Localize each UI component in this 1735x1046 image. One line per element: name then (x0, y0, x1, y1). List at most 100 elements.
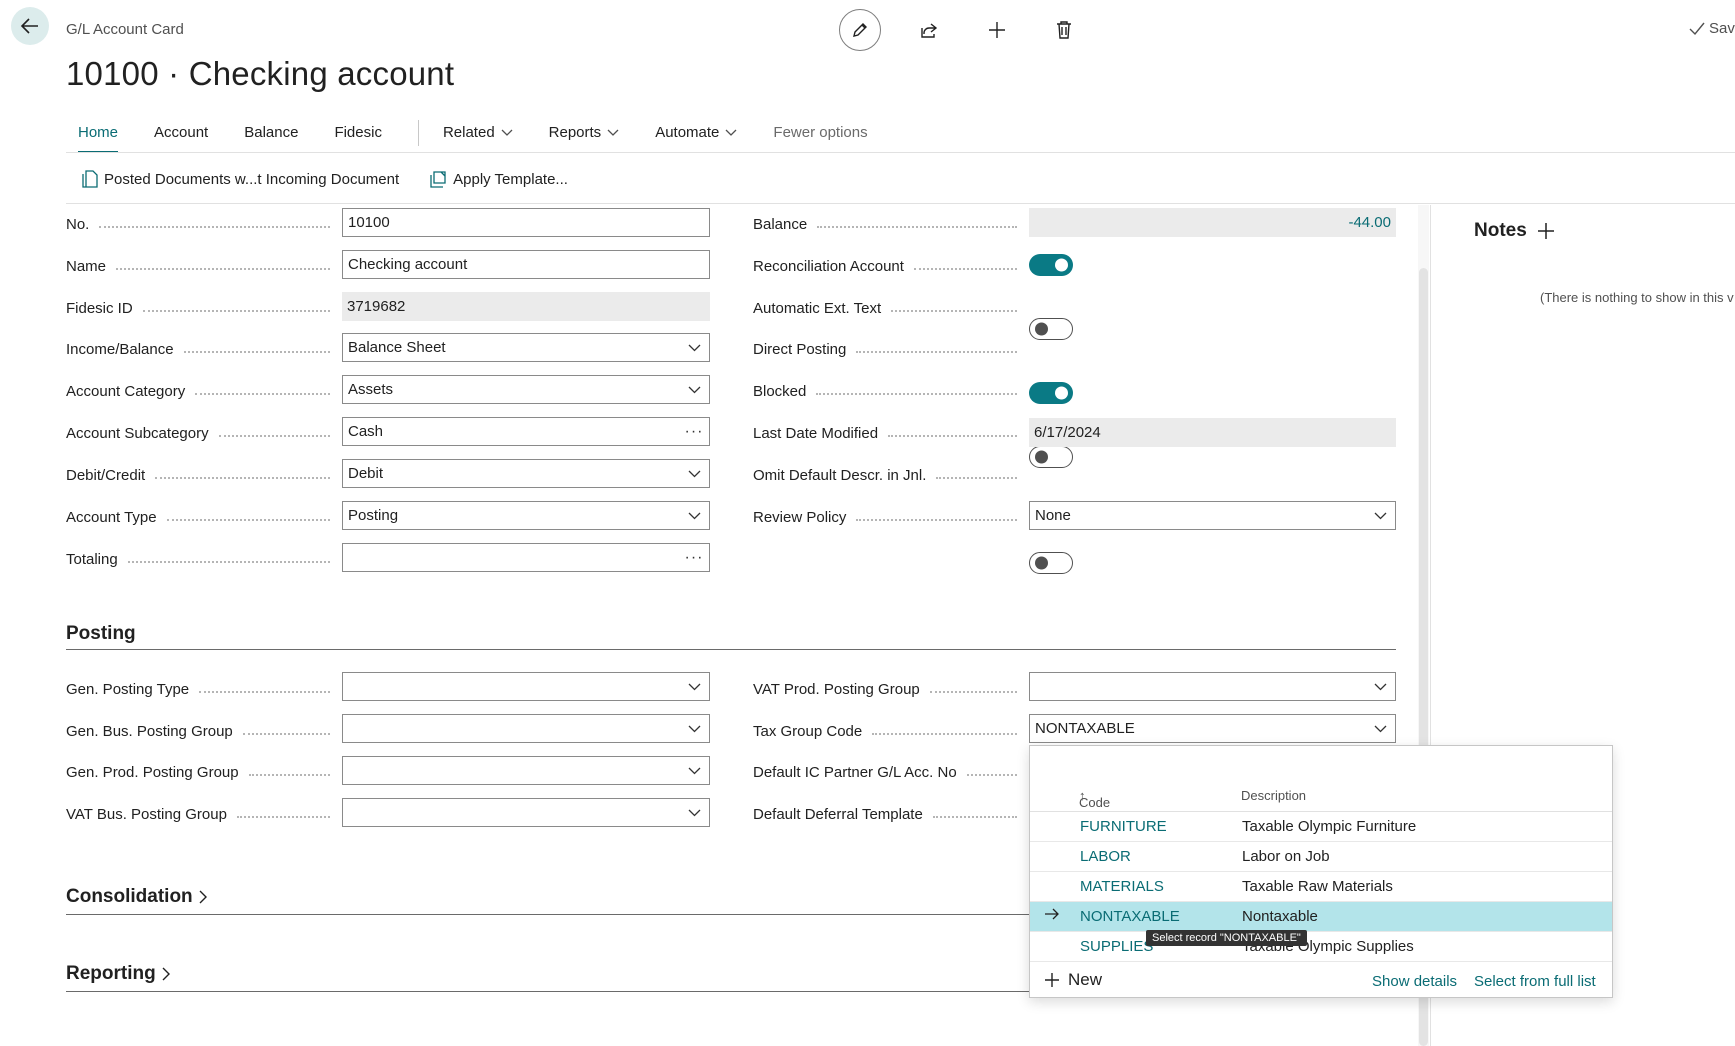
income-balance-select[interactable]: Balance Sheet (342, 333, 710, 362)
new-button[interactable] (976, 9, 1018, 51)
arrow-left-icon (20, 18, 38, 34)
automatic-ext-text-toggle[interactable] (1029, 318, 1073, 340)
document-icon (82, 170, 98, 188)
direct-posting-toggle[interactable] (1029, 382, 1073, 404)
last-date-modified-field: 6/17/2024 (1029, 418, 1396, 447)
lookup-code[interactable]: SUPPLIES (1080, 938, 1153, 955)
posting-section-title[interactable]: Posting (66, 623, 136, 645)
name-field[interactable]: Checking account (342, 250, 710, 279)
omit-default-descr-toggle[interactable] (1029, 552, 1073, 574)
lookup-ellipsis-icon[interactable]: ··· (684, 549, 704, 567)
chevron-down-icon (688, 470, 700, 477)
lookup-header: Code ↑ Description (1030, 781, 1612, 812)
lookup-code[interactable]: MATERIALS (1080, 878, 1164, 895)
share-button[interactable] (908, 9, 950, 51)
tax-group-code-label: Tax Group Code (753, 720, 1025, 742)
chevron-down-icon (688, 767, 700, 774)
automatic-ext-text-label: Automatic Ext. Text (753, 297, 1025, 319)
lookup-row[interactable]: LABOR Labor on Job (1030, 842, 1612, 872)
reporting-section-title[interactable]: Reporting (66, 963, 170, 985)
blocked-toggle[interactable] (1029, 446, 1073, 468)
omit-default-descr-label: Omit Default Descr. in Jnl. (753, 464, 1025, 486)
tab-home[interactable]: Home (66, 124, 130, 153)
lookup-row[interactable]: MATERIALS Taxable Raw Materials (1030, 872, 1612, 902)
last-date-modified-label: Last Date Modified (753, 422, 1025, 444)
consolidation-section-title[interactable]: Consolidation (66, 886, 207, 908)
gen-posting-type-select[interactable] (342, 672, 710, 701)
default-ic-partner-label: Default IC Partner G/L Acc. No (753, 761, 1025, 783)
lookup-code[interactable]: NONTAXABLE (1080, 908, 1180, 925)
debit-credit-select[interactable]: Debit (342, 459, 710, 488)
chevron-down-icon (607, 129, 619, 136)
delete-button[interactable] (1043, 9, 1085, 51)
account-category-select[interactable]: Assets (342, 375, 710, 404)
vat-bus-posting-group-select[interactable] (342, 798, 710, 827)
tab-related[interactable]: Related (443, 124, 525, 141)
new-record-button[interactable]: New (1044, 970, 1102, 990)
add-note-icon[interactable] (1537, 222, 1555, 240)
gen-bus-posting-group-select[interactable] (342, 714, 710, 743)
select-from-full-list-link[interactable]: Select from full list (1474, 973, 1596, 990)
lookup-row[interactable]: FURNITURE Taxable Olympic Furniture (1030, 812, 1612, 842)
notes-empty-message: (There is nothing to show in this v (1540, 290, 1734, 305)
share-icon (921, 23, 938, 38)
column-header-code[interactable]: Code ↑ (1079, 788, 1110, 810)
tab-account[interactable]: Account (154, 124, 220, 141)
lookup-code[interactable]: LABOR (1080, 848, 1131, 865)
edit-button[interactable] (839, 9, 881, 51)
lookup-row[interactable]: SUPPLIES Taxable Olympic Supplies (1030, 932, 1612, 962)
vat-bus-posting-group-label: VAT Bus. Posting Group (66, 803, 338, 825)
chevron-down-icon (1374, 683, 1386, 690)
breadcrumb: G/L Account Card (66, 21, 184, 38)
show-details-link[interactable]: Show details (1372, 973, 1457, 990)
reconciliation-account-toggle[interactable] (1029, 254, 1073, 276)
review-policy-select[interactable]: None (1029, 501, 1396, 530)
income-balance-label: Income/Balance (66, 338, 338, 360)
account-subcategory-label: Account Subcategory (66, 422, 338, 444)
back-button[interactable] (11, 7, 49, 45)
account-category-label: Account Category (66, 380, 338, 402)
column-header-description[interactable]: Description (1241, 788, 1306, 803)
blocked-label: Blocked (753, 380, 1025, 402)
account-type-select[interactable]: Posting (342, 501, 710, 530)
lookup-ellipsis-icon[interactable]: ··· (684, 423, 704, 441)
chevron-down-icon (725, 129, 737, 136)
fidesic-id-field: 3719682 (342, 292, 710, 321)
template-icon (430, 171, 446, 188)
direct-posting-label: Direct Posting (753, 338, 1025, 360)
reconciliation-account-label: Reconciliation Account (753, 255, 1025, 277)
saved-label: Save (1709, 20, 1735, 37)
tab-fidesic[interactable]: Fidesic (334, 124, 394, 141)
action-bar: Posted Documents w...t Incoming Document… (82, 170, 568, 188)
tab-automate[interactable]: Automate (655, 124, 749, 141)
tab-balance[interactable]: Balance (244, 124, 310, 141)
trash-icon (1057, 21, 1071, 39)
lookup-description: Nontaxable (1242, 908, 1318, 925)
tax-group-code-select[interactable]: NONTAXABLE (1029, 714, 1396, 743)
checkmark-icon (1689, 22, 1705, 35)
tab-separator (417, 120, 419, 146)
chevron-right-icon (162, 967, 170, 981)
vat-prod-posting-group-select[interactable] (1029, 672, 1396, 701)
name-label: Name (66, 255, 338, 277)
gen-posting-type-label: Gen. Posting Type (66, 678, 338, 700)
chevron-down-icon (1374, 725, 1386, 732)
balance-field[interactable]: -44.00 (1029, 208, 1396, 237)
tab-fewer-options[interactable]: Fewer options (773, 124, 879, 141)
lookup-code[interactable]: FURNITURE (1080, 818, 1167, 835)
posted-documents-action[interactable]: Posted Documents w...t Incoming Document (82, 170, 399, 188)
gen-bus-posting-group-label: Gen. Bus. Posting Group (66, 720, 338, 742)
tab-reports[interactable]: Reports (549, 124, 632, 141)
actions-divider (66, 203, 1735, 204)
consolidation-section-divider (66, 914, 1029, 915)
account-subcategory-field[interactable]: Cash ··· (342, 417, 710, 446)
totaling-field[interactable]: ··· (342, 543, 710, 572)
lookup-row[interactable]: NONTAXABLE Nontaxable (1030, 902, 1612, 932)
lookup-description: Labor on Job (1242, 848, 1330, 865)
fidesic-id-label: Fidesic ID (66, 297, 338, 319)
no-field[interactable]: 10100 (342, 208, 710, 237)
apply-template-action[interactable]: Apply Template... (429, 170, 568, 188)
gen-prod-posting-group-select[interactable] (342, 756, 710, 785)
chevron-down-icon (688, 344, 700, 351)
page-title: 10100 · Checking account (66, 55, 455, 92)
